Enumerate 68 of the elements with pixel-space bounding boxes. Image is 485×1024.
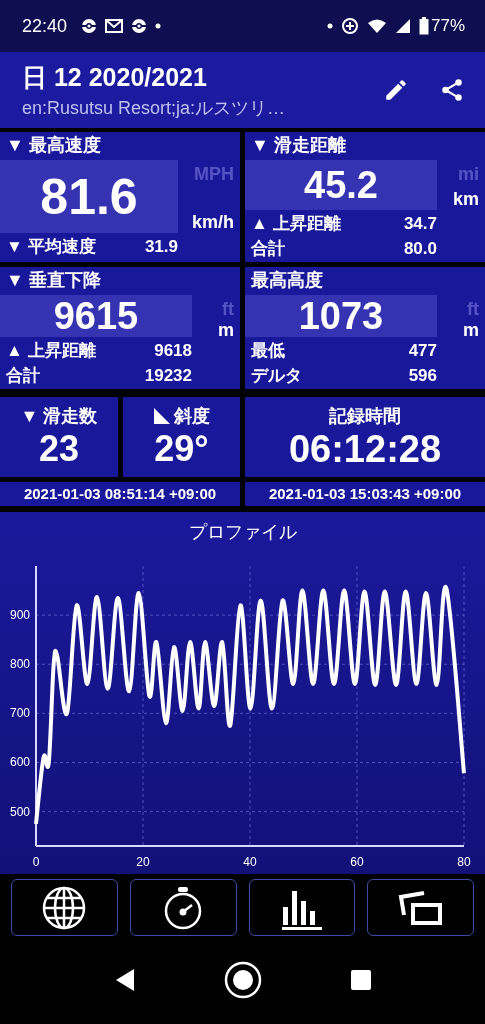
stat-label: ▲ 上昇距離 xyxy=(251,213,341,235)
unit-option[interactable]: km xyxy=(453,189,479,210)
share-icon xyxy=(439,77,465,103)
stat-label: ▲ 上昇距離 xyxy=(6,340,96,362)
circle-icon xyxy=(81,18,98,34)
summary-value: 23 xyxy=(38,428,79,470)
clock-time: 22:40 xyxy=(22,15,68,37)
chart-title: プロファイル xyxy=(187,521,298,544)
stat-number: 19232 xyxy=(144,365,192,386)
unit-option[interactable]: m xyxy=(218,320,234,341)
stat-label: 合計 xyxy=(251,238,285,260)
stat-value: 45.2 xyxy=(245,160,437,210)
square-icon xyxy=(349,969,372,991)
stat-label[interactable]: 最高高度 xyxy=(245,267,485,295)
slope-icon xyxy=(153,407,171,425)
battery-level: 77% xyxy=(430,16,465,36)
y-tick-label: 600 xyxy=(9,755,30,770)
x-tick-label: 0 xyxy=(32,855,40,869)
y-tick-label: 500 xyxy=(9,804,30,819)
page-title: 日 12 2020/2021 xyxy=(22,61,208,93)
stat-label[interactable]: ▼ 滑走距離 xyxy=(245,132,485,160)
stat-value: 81.6 xyxy=(0,160,178,233)
timestamp: 2021-01-03 08:51:14 +09:00 xyxy=(0,482,240,506)
stat-value: 1073 xyxy=(245,295,437,337)
stat-value: 9615 xyxy=(0,295,192,337)
summary-label: ▼ 滑走数 xyxy=(20,405,98,428)
x-tick-label: 20 xyxy=(136,855,150,869)
x-tick-label: 60 xyxy=(350,855,364,869)
stat-label: 合計 xyxy=(6,365,40,387)
y-tick-label: 800 xyxy=(9,657,30,672)
resort-name: en:Rusutsu Resort;ja:ルスツリ… xyxy=(22,96,287,120)
unit-option[interactable]: m xyxy=(463,320,479,341)
stat-number: 31.9 xyxy=(144,236,178,257)
signal-icon xyxy=(394,18,411,34)
stat-label[interactable]: ▼ 垂直下降 xyxy=(0,267,240,295)
home-icon xyxy=(223,961,262,999)
y-tick-label: 700 xyxy=(9,706,30,721)
y-tick-label: 900 xyxy=(9,608,30,623)
globe-icon xyxy=(41,884,88,931)
stat-number: 477 xyxy=(408,340,437,361)
timestamp: 2021-01-03 15:03:43 +09:00 xyxy=(245,482,485,506)
circle-plus-icon xyxy=(340,17,359,35)
dot-icon xyxy=(326,23,333,29)
stat-number: 80.0 xyxy=(403,238,437,259)
stat-number: 596 xyxy=(408,365,437,386)
dot-icon xyxy=(155,23,162,29)
timer-button[interactable] xyxy=(129,879,237,936)
unit-option[interactable]: km/h xyxy=(192,212,234,233)
wifi-icon xyxy=(366,18,387,34)
pencil-icon xyxy=(383,77,409,103)
map-button[interactable] xyxy=(11,879,118,936)
x-tick-label: 80 xyxy=(457,855,471,869)
mail-icon xyxy=(105,19,124,33)
stat-label: 最低 xyxy=(251,340,285,362)
summary-value: 06:12:28 xyxy=(288,427,442,471)
stat-label: デルタ xyxy=(251,365,302,387)
circle-icon xyxy=(131,18,148,34)
stat-label[interactable]: ▼ 最高速度 xyxy=(0,132,240,160)
stat-number: 34.7 xyxy=(403,213,437,234)
summary-label: 斜度 xyxy=(174,405,210,428)
stats-button[interactable] xyxy=(248,879,356,936)
x-tick-label: 40 xyxy=(243,855,257,869)
windows-button[interactable] xyxy=(367,879,474,936)
stat-label: ▼ 平均速度 xyxy=(6,236,96,258)
summary-value: 29° xyxy=(154,428,209,470)
stat-number: 9618 xyxy=(154,340,192,361)
battery-icon xyxy=(418,17,429,35)
summary-label: 記録時間 xyxy=(329,404,401,428)
